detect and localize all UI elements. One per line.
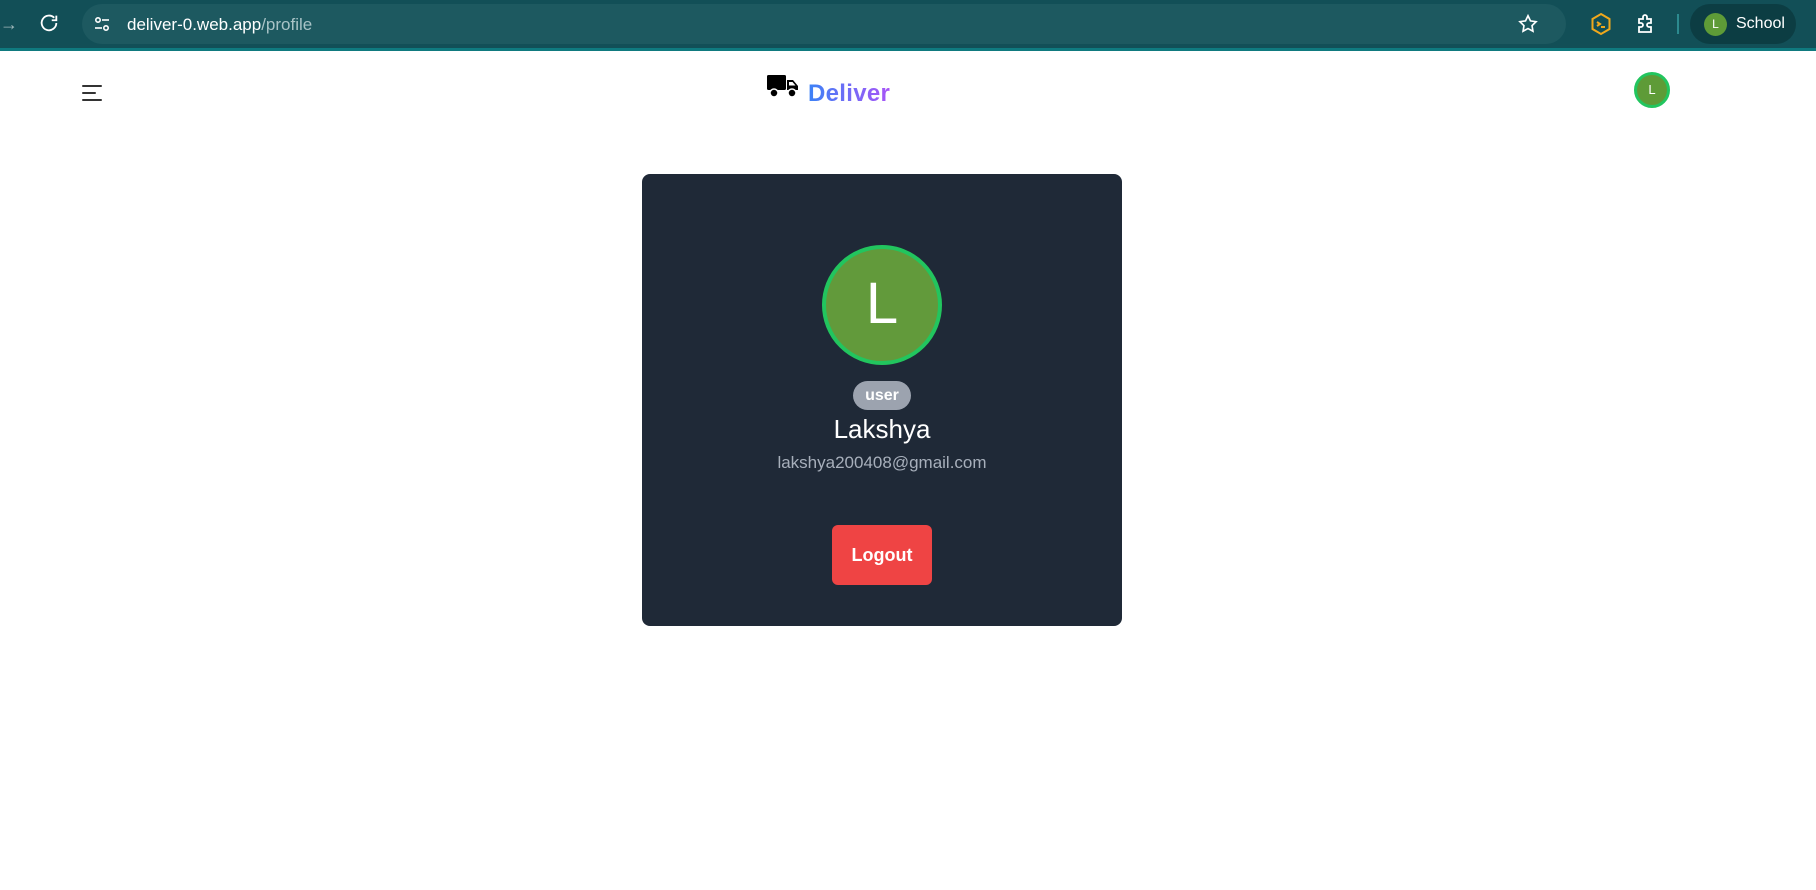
- profile-avatar: L: [1704, 13, 1727, 36]
- url-text[interactable]: deliver-0.web.app/profile: [127, 15, 312, 35]
- profile-avatar-large: L: [822, 245, 942, 365]
- url-path: /profile: [261, 15, 313, 34]
- address-bar[interactable]: deliver-0.web.app/profile: [82, 4, 1566, 44]
- user-name: Lakshya: [833, 414, 931, 444]
- extension-icon[interactable]: [1589, 12, 1613, 36]
- role-badge: user: [853, 381, 911, 410]
- site-info-icon[interactable]: [92, 14, 112, 34]
- forward-icon[interactable]: →: [0, 13, 18, 35]
- star-icon[interactable]: [1517, 13, 1539, 35]
- browser-toolbar: → deliver-0.web.app/profile L School: [0, 0, 1816, 51]
- browser-profile-button[interactable]: L School: [1690, 4, 1796, 44]
- header-avatar[interactable]: L: [1634, 72, 1670, 108]
- puzzle-icon[interactable]: [1634, 12, 1658, 36]
- toolbar-divider: [1677, 14, 1679, 34]
- url-host: deliver-0.web.app: [127, 15, 262, 34]
- reload-icon[interactable]: [38, 12, 60, 34]
- profile-card: L user Lakshya lakshya200408@gmail.com L…: [642, 174, 1122, 626]
- logout-button[interactable]: Logout: [832, 525, 932, 585]
- profile-label: School: [1736, 15, 1785, 32]
- menu-icon[interactable]: [82, 85, 104, 103]
- truck-icon: [766, 72, 800, 100]
- brand-name[interactable]: Deliver: [808, 80, 890, 108]
- user-email: lakshya200408@gmail.com: [777, 453, 987, 472]
